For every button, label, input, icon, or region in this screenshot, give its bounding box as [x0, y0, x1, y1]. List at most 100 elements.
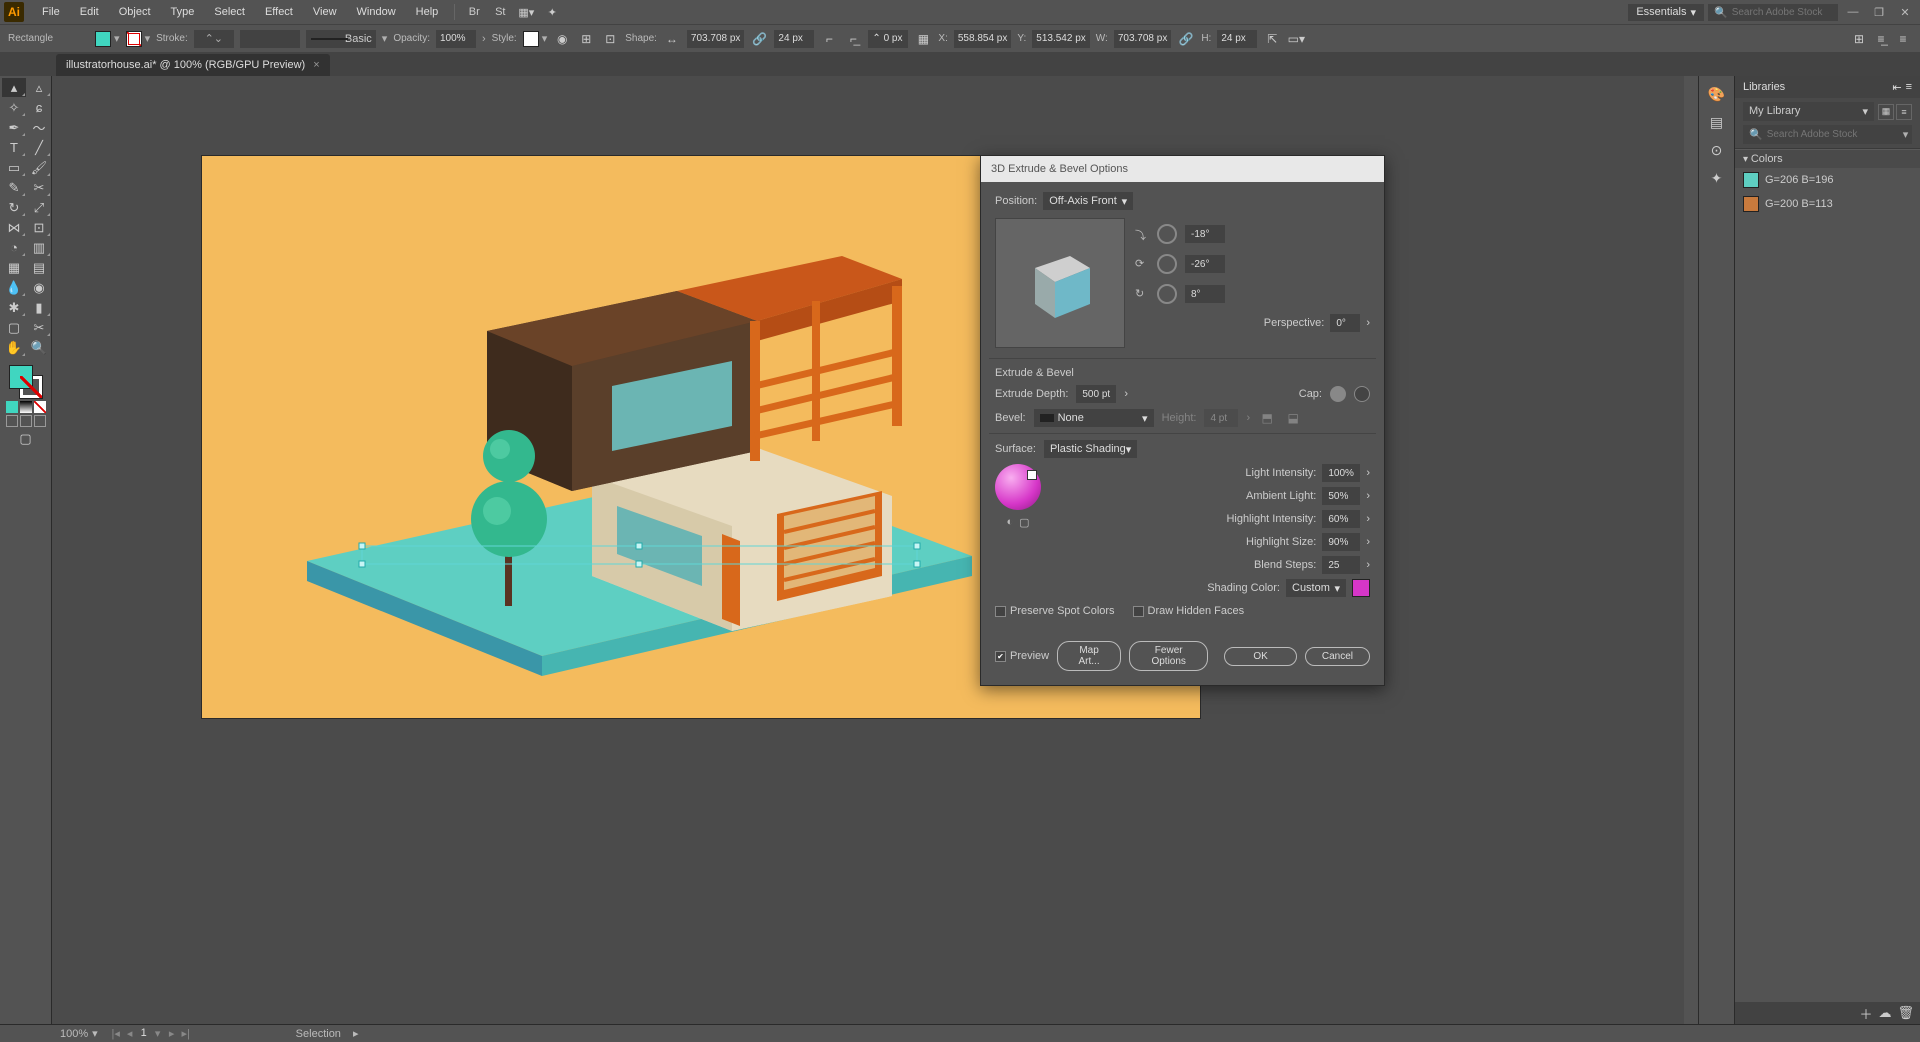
draw-inside-icon[interactable] — [34, 415, 46, 427]
rotate-x-field[interactable]: -18° — [1185, 225, 1225, 243]
stroke-weight[interactable]: ⌃⌄ — [194, 30, 234, 48]
search-stock-input[interactable] — [1732, 7, 1832, 18]
arrange-docs-icon[interactable]: ▦▾ — [515, 2, 537, 22]
mesh-tool[interactable]: ▦ — [2, 258, 26, 277]
shaper-tool[interactable]: ✎ — [2, 178, 26, 197]
ok-button[interactable]: OK — [1224, 647, 1296, 666]
gradient-tool[interactable]: ▤ — [27, 258, 51, 277]
y-field[interactable]: 513.542 px — [1032, 30, 1090, 48]
rotation-cube-preview[interactable] — [995, 218, 1125, 348]
brushes-panel-icon[interactable]: ⊙ — [1705, 138, 1729, 162]
popup-arrow-icon[interactable]: › — [1366, 467, 1370, 479]
menu-edit[interactable]: Edit — [70, 6, 109, 18]
bridge-icon[interactable]: Br — [463, 2, 485, 22]
fill-swatch[interactable]: ▾ — [95, 31, 120, 47]
grid-view-icon[interactable]: ▦ — [1878, 104, 1894, 120]
popup-arrow-icon[interactable]: › — [1124, 388, 1128, 400]
menu-help[interactable]: Help — [406, 6, 449, 18]
library-search[interactable]: 🔍 ▾ — [1743, 125, 1912, 144]
position-select[interactable]: Off-Axis Front ▾ — [1043, 192, 1133, 210]
list-view-icon[interactable]: ≡ — [1896, 104, 1912, 120]
slice-tool[interactable]: ✂ — [27, 318, 51, 337]
panel-collapse-icon[interactable]: ⇤ — [1892, 81, 1901, 94]
menu-window[interactable]: Window — [347, 6, 406, 18]
surface-select[interactable]: Plastic Shading ▾ — [1044, 440, 1137, 458]
extrude-depth-field[interactable]: 500 pt — [1076, 385, 1116, 403]
map-art-button[interactable]: Map Art... — [1057, 641, 1121, 671]
zoom-control[interactable]: 100% ▾ — [60, 1027, 98, 1040]
curvature-tool[interactable]: 〜 — [27, 118, 51, 137]
search-stock[interactable]: 🔍 — [1708, 4, 1838, 21]
highlight-intensity-field[interactable]: 60% — [1322, 510, 1360, 528]
add-content-icon[interactable]: ＋ — [1859, 1004, 1872, 1023]
popup-arrow-icon[interactable]: › — [1366, 536, 1370, 548]
recolor-icon[interactable]: ◉ — [553, 30, 571, 48]
workspace-switcher[interactable]: Essentials ▾ — [1628, 4, 1704, 21]
popup-arrow-icon[interactable]: › — [1366, 317, 1370, 329]
w2-field[interactable]: 703.708 px — [1114, 30, 1172, 48]
symbol-sprayer-tool[interactable]: ✱ — [2, 298, 26, 317]
perspective-field[interactable]: 0° — [1330, 314, 1360, 332]
popup-arrow-icon[interactable]: › — [1366, 513, 1370, 525]
more-icon[interactable]: ≡ — [1894, 30, 1912, 48]
solid-color-icon[interactable] — [6, 401, 18, 413]
artboard-number[interactable]: 1 — [138, 1027, 150, 1040]
shape-builder-tool[interactable]: ◔ — [2, 238, 26, 257]
ambient-light-field[interactable]: 50% — [1322, 487, 1360, 505]
menu-view[interactable]: View — [303, 6, 347, 18]
colors-header[interactable]: ▾ Colors — [1735, 149, 1920, 168]
x-field[interactable]: 558.854 px — [954, 30, 1012, 48]
rotate-z-field[interactable]: 8° — [1185, 285, 1225, 303]
link-wh-icon[interactable]: ↔ — [663, 30, 681, 48]
opacity-field[interactable]: 100% — [436, 30, 476, 48]
direct-selection-tool[interactable]: ▵ — [27, 78, 51, 97]
panel-menu-icon[interactable]: ≡ — [1906, 81, 1912, 94]
popup-arrow-icon[interactable]: › — [1366, 490, 1370, 502]
draw-hidden-checkbox[interactable]: Draw Hidden Faces — [1133, 605, 1245, 617]
stock-icon[interactable]: St — [489, 2, 511, 22]
corner-icon[interactable]: ⌐ — [820, 30, 838, 48]
last-artboard-icon[interactable]: ▸| — [180, 1027, 192, 1040]
rectangle-tool[interactable]: ▭ — [2, 158, 26, 177]
perspective-icon[interactable]: ⊞ — [1850, 30, 1868, 48]
stroke-swatch[interactable]: ▾ — [126, 31, 151, 47]
blend-steps-field[interactable]: 25 — [1322, 556, 1360, 574]
libraries-sync-icon[interactable]: ☁ — [1878, 1005, 1891, 1021]
magic-wand-tool[interactable]: ✧ — [2, 98, 26, 117]
prev-artboard-icon[interactable]: ◂ — [124, 1027, 136, 1040]
link2-icon[interactable]: 🔗 — [1177, 30, 1195, 48]
vertical-scrollbar[interactable] — [1684, 76, 1698, 1024]
line-tool[interactable]: ╱ — [27, 138, 51, 157]
document-tab[interactable]: illustratorhouse.ai* @ 100% (RGB/GPU Pre… — [56, 54, 330, 76]
menu-select[interactable]: Select — [204, 6, 255, 18]
shading-color-select[interactable]: Custom ▾ — [1286, 579, 1346, 597]
h-field[interactable]: 24 px — [774, 30, 814, 48]
hand-tool[interactable]: ✋ — [2, 338, 26, 357]
rotate-tool[interactable]: ↻ — [2, 198, 26, 217]
w-field[interactable]: 703.708 px — [687, 30, 745, 48]
preserve-spot-checkbox[interactable]: Preserve Spot Colors — [995, 605, 1115, 617]
corner-field[interactable]: ⌃ 0 px — [868, 30, 908, 48]
menu-file[interactable]: File — [32, 6, 70, 18]
align-icon[interactable]: ⊞ — [577, 30, 595, 48]
preview-checkbox[interactable]: ✔ Preview — [995, 650, 1049, 662]
swatches-panel-icon[interactable]: ▤ — [1705, 110, 1729, 134]
corner-type-icon[interactable]: ⌐̲ — [844, 30, 862, 48]
menu-type[interactable]: Type — [161, 6, 205, 18]
h2-field[interactable]: 24 px — [1217, 30, 1257, 48]
gpu-icon[interactable]: ✦ — [541, 2, 563, 22]
canvas[interactable] — [52, 76, 1698, 1024]
rotate-x-dial[interactable] — [1157, 224, 1177, 244]
close-tab-icon[interactable]: × — [313, 59, 319, 71]
perspective-grid-tool[interactable]: ▥ — [27, 238, 51, 257]
brush-definition[interactable]: Basic — [306, 30, 376, 48]
window-minimize-icon[interactable]: — — [1842, 3, 1864, 21]
link-icon[interactable]: 🔗 — [750, 30, 768, 48]
library-color-2[interactable]: G=200 B=113 — [1735, 192, 1920, 216]
fill-stroke-swatch[interactable] — [9, 365, 43, 399]
move-light-back-icon[interactable]: ◐ — [1006, 516, 1013, 529]
chevron-down-icon[interactable]: ▾ — [382, 32, 388, 45]
rotate-y-field[interactable]: -26° — [1185, 255, 1225, 273]
highlight-size-field[interactable]: 90% — [1322, 533, 1360, 551]
next-artboard-icon[interactable]: ▸ — [166, 1027, 178, 1040]
